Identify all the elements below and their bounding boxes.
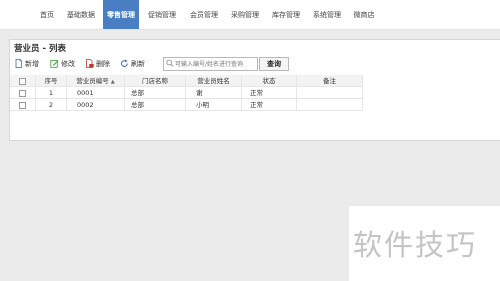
nav-item-home[interactable]: 首页 [34,0,60,29]
header-select-all[interactable] [10,75,36,87]
new-file-icon [15,59,22,68]
header-status: 状态 [242,75,297,87]
delete-button[interactable]: 删除 [85,58,115,70]
edit-icon [50,60,59,68]
sort-asc-icon: ▲ [110,79,115,85]
panel-title: 营业员 - 列表 [14,44,66,54]
search-input[interactable] [175,58,255,70]
watermark-text: 软件技巧 [353,228,478,262]
delete-file-icon [86,59,94,68]
header-code-label: 营业员编号 [76,77,109,85]
row-checkbox[interactable] [19,102,26,109]
row-store: 总部 [125,99,186,111]
search-box [163,57,258,71]
nav-item-member[interactable]: 会员管理 [186,0,222,29]
row-code-link[interactable]: 0002 [67,99,125,111]
nav-item-purchase[interactable]: 采购管理 [227,0,263,29]
refresh-label: 刷新 [131,60,145,68]
nav-item-basic-data[interactable]: 基础数据 [64,0,98,29]
nav-item-system[interactable]: 系统管理 [309,0,345,29]
delete-label: 删除 [96,60,110,68]
refresh-button[interactable]: 刷新 [120,58,150,70]
edit-label: 修改 [61,60,75,68]
refresh-icon [121,59,128,67]
row-select-cell[interactable] [10,87,36,99]
row-code-link[interactable]: 0001 [67,87,125,99]
search-icon [166,59,174,67]
top-nav: 首页 基础数据 零售管理 促销管理 会员管理 采购管理 库存管理 系统管理 微商… [0,0,500,30]
select-all-checkbox[interactable] [19,78,26,85]
row-status: 正常 [242,99,297,111]
row-index: 1 [36,87,67,99]
row-name: 谢 [186,87,242,99]
salesperson-list-panel: 营业员 - 列表 新增 修改 删除 刷新 可输入编号/姓名进行查询 查询 序号 … [9,39,500,141]
nav-item-micro-store[interactable]: 微商店 [350,0,378,29]
row-note [297,99,363,111]
query-button[interactable]: 查询 [259,57,289,71]
toolbar: 新增 修改 删除 刷新 可输入编号/姓名进行查询 查询 [10,56,500,73]
header-note: 备注 [297,75,363,87]
row-index: 2 [36,99,67,111]
row-select-cell[interactable] [10,99,36,111]
row-store: 总部 [125,87,186,99]
add-button[interactable]: 新增 [14,58,44,70]
header-code[interactable]: 营业员编号 ▲ [67,75,125,87]
edit-button[interactable]: 修改 [50,58,80,70]
nav-item-inventory[interactable]: 库存管理 [268,0,304,29]
row-status: 正常 [242,87,297,99]
row-name: 小明 [186,99,242,111]
header-index: 序号 [36,75,67,87]
row-note [297,87,363,99]
header-store: 门店名称 [125,75,186,87]
header-name: 营业员姓名 [186,75,242,87]
add-label: 新增 [25,60,39,68]
row-checkbox[interactable] [19,90,26,97]
nav-item-retail[interactable]: 零售管理 [103,0,139,29]
nav-item-promotion[interactable]: 促销管理 [144,0,180,29]
